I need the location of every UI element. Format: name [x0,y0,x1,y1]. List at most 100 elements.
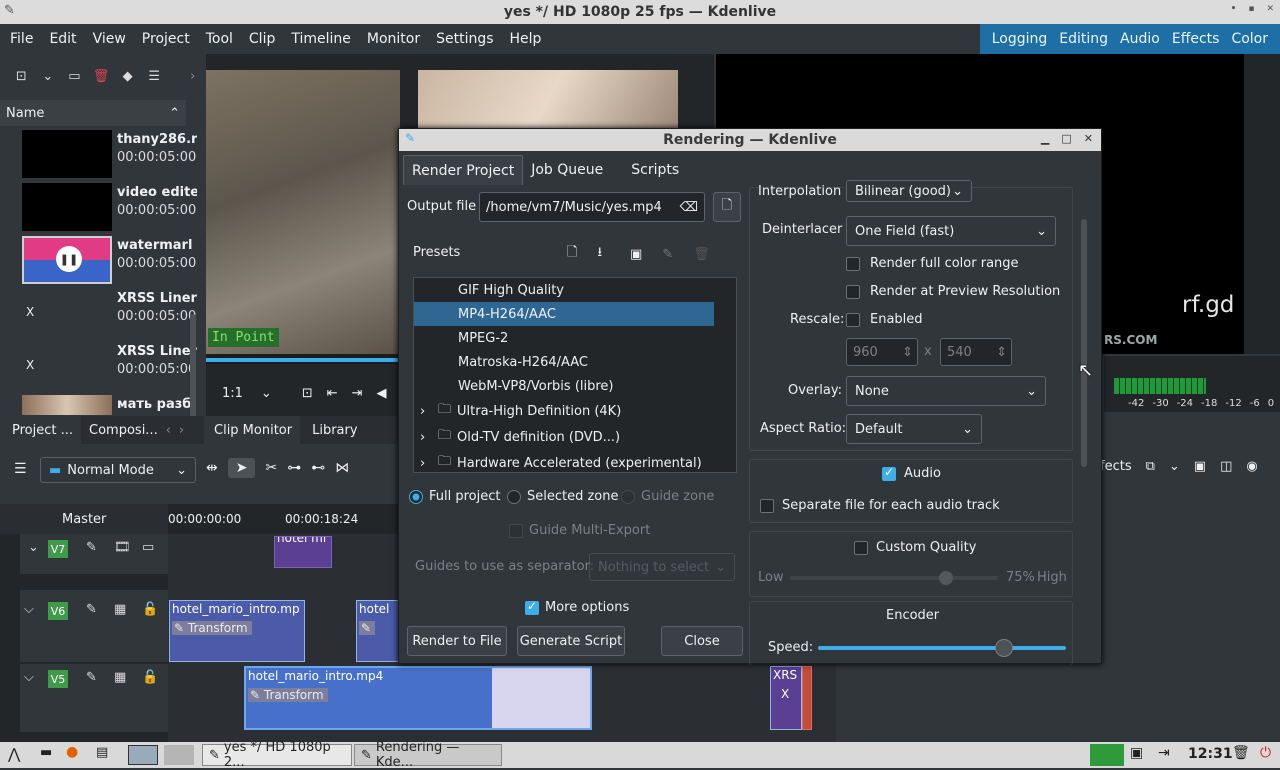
fit-icon[interactable]: ⊡ [302,386,313,401]
spin-icon[interactable]: ⇕ [996,345,1007,360]
trash-icon[interactable]: 🗑 [1232,745,1250,761]
zone-full[interactable]: Full project [409,489,500,504]
delete-preset-icon[interactable]: 🗑 [693,247,710,262]
collapse-icon[interactable]: ⌄ [28,540,39,555]
group-icon[interactable]: ⧉ [1146,459,1155,474]
play-back-icon[interactable]: ◀ [377,386,387,401]
layout-logging[interactable]: Logging [986,31,1054,47]
film-icon[interactable]: ▦ [114,670,126,685]
lock-icon[interactable]: 🔓 [142,602,158,617]
menu-help[interactable]: Help [502,31,550,47]
add-clip-icon[interactable]: ⊡ [10,64,33,88]
menu-icon[interactable]: ☰ [143,64,166,88]
quality-slider[interactable] [790,571,998,585]
full-color-range[interactable]: Render full color range [846,256,1019,271]
expand-icon[interactable]: › [414,404,434,419]
film-icon[interactable]: 🎞 [114,540,131,555]
tab-next-icon[interactable]: › [179,423,184,438]
track-header-v5[interactable]: V5 ⌵ ✎ ▦ 🔓 [20,664,168,732]
preset-item[interactable]: MPEG-2 [414,326,714,350]
chevron-right-icon[interactable]: › [181,64,204,88]
roll-icon[interactable]: ⋈ [335,460,349,476]
timeline-clip[interactable] [802,666,812,730]
start-menu-icon[interactable]: ⋀ [8,745,20,763]
tab-render-project[interactable]: Render Project [403,155,524,185]
menu-tool[interactable]: Tool [198,31,241,47]
delete-icon[interactable]: 🗑 [90,64,113,88]
firefox-icon[interactable]: ● [66,744,78,760]
chevron-down-icon[interactable]: ⌄ [1169,459,1180,474]
dialog-titlebar[interactable]: ✎ Rendering — Kdenlive ▁ □ ✕ [399,129,1101,151]
new-preset-icon[interactable]: 🗋 [567,243,577,265]
tab-job-queue[interactable]: Job Queue [523,155,611,185]
lock-icon[interactable]: ▭ [142,540,154,555]
timeline-clip[interactable]: hotel mi [274,536,332,568]
layout-editing[interactable]: Editing [1053,31,1114,47]
output-file-field[interactable]: /home/vm7/Music/yes.mp4 ⌫ [479,192,705,222]
tab-project[interactable]: Project ... [0,416,82,444]
zoom-select[interactable]: 1:1 [222,386,243,401]
eye-icon[interactable]: ◉ [1246,459,1257,474]
set-in-icon[interactable]: ⇤ [327,386,338,401]
save-icon[interactable]: ▣ [1194,459,1206,474]
preset-item-selected[interactable]: MP4-H264/AAC [414,302,714,326]
edit-mode-select[interactable]: ▬ Normal Mode ⌄ [40,457,196,483]
chevron-down-icon[interactable]: ⌄ [261,386,272,401]
spacer-icon[interactable]: ⇹ [206,460,218,476]
timeline-clip-selected[interactable]: hotel_mario_intro.mp4 ✎ Transform [244,666,592,730]
task-rendering[interactable]: ✎ Rendering — Kde... [354,740,502,770]
preset-item[interactable]: GIF High Quality [414,278,714,302]
set-out-icon[interactable]: ⇥ [352,386,363,401]
zone-selected[interactable]: Selected zone [507,489,619,504]
browse-file-button[interactable]: 🗋 [713,192,741,222]
custom-quality[interactable]: Custom Quality [854,540,976,555]
chevron-down-icon[interactable]: ⌄ [37,64,60,88]
bin-clip[interactable]: video edite 00:00:05:00 [10,181,197,233]
bin-clip[interactable]: ❚❚ watermarl 00:00:05:00 [10,234,196,286]
track-header-v7[interactable]: V7 ⌄ ✎ 🎞 ▭ [20,534,168,574]
rescale-checkbox[interactable] [846,312,860,327]
more-options[interactable]: More options [525,599,629,615]
timeline-clip[interactable]: hotel ✎ [356,600,400,662]
settings-icon[interactable]: ☰ [14,461,27,477]
tab-clip-monitor[interactable]: Clip Monitor [206,416,301,444]
menu-project[interactable]: Project [134,31,198,47]
timeline-clip[interactable]: XRS X [770,666,802,730]
expand-icon[interactable]: › [414,430,434,445]
ripple-icon[interactable]: ⊷ [311,460,325,476]
custom-quality-checkbox[interactable] [854,540,868,555]
folder-icon[interactable]: ▭ [63,64,86,88]
close-icon[interactable]: ✕ [1266,4,1274,14]
slip-icon[interactable]: ⊶ [287,460,301,476]
preset-category[interactable]: › 🗀 Hardware Accelerated (experimental) [414,451,714,472]
speed-slider-handle[interactable] [995,639,1013,657]
spin-icon[interactable]: ⇕ [902,345,913,360]
monitor-seekbar[interactable] [206,354,400,364]
menu-clip[interactable]: Clip [241,31,283,47]
menu-view[interactable]: View [85,31,134,47]
save-preset-icon[interactable]: ▣ [630,247,642,262]
bin-clip[interactable]: X XRSS Liner 00:00:05:00 [10,340,197,392]
menu-edit[interactable]: Edit [41,31,84,47]
minimize-icon[interactable]: ▁ [1041,132,1049,145]
presets-scrollbar[interactable] [736,356,737,458]
aspect-ratio-select[interactable]: Default ⌄ [846,414,982,444]
menu-settings[interactable]: Settings [428,31,501,47]
bin-column-header[interactable]: Name ⌃ [0,100,186,126]
master-track[interactable]: Master [0,504,168,534]
tag-icon[interactable]: ◆ [116,64,139,88]
zone-guide[interactable]: Guide zone [621,489,714,504]
radio-full-project[interactable] [409,489,423,504]
download-preset-icon[interactable]: ⭳ [597,243,602,265]
render-to-file-button[interactable]: Render to File [407,626,507,656]
clear-icon[interactable]: ⌫ [680,200,698,215]
logout-icon[interactable]: ⇥ [1158,745,1170,761]
file-manager-icon[interactable]: ▤ [96,745,108,760]
close-button[interactable]: Close [661,626,743,656]
layout-audio[interactable]: Audio [1114,31,1166,47]
lock-icon[interactable]: 🔓 [142,670,158,685]
generate-script-button[interactable]: Generate Script [517,626,625,656]
razor-icon[interactable]: ✂ [265,460,277,476]
rescale-width-spinbox[interactable]: 960 ⇕ [846,338,918,366]
collapse-icon[interactable]: ⌵ [24,670,34,685]
